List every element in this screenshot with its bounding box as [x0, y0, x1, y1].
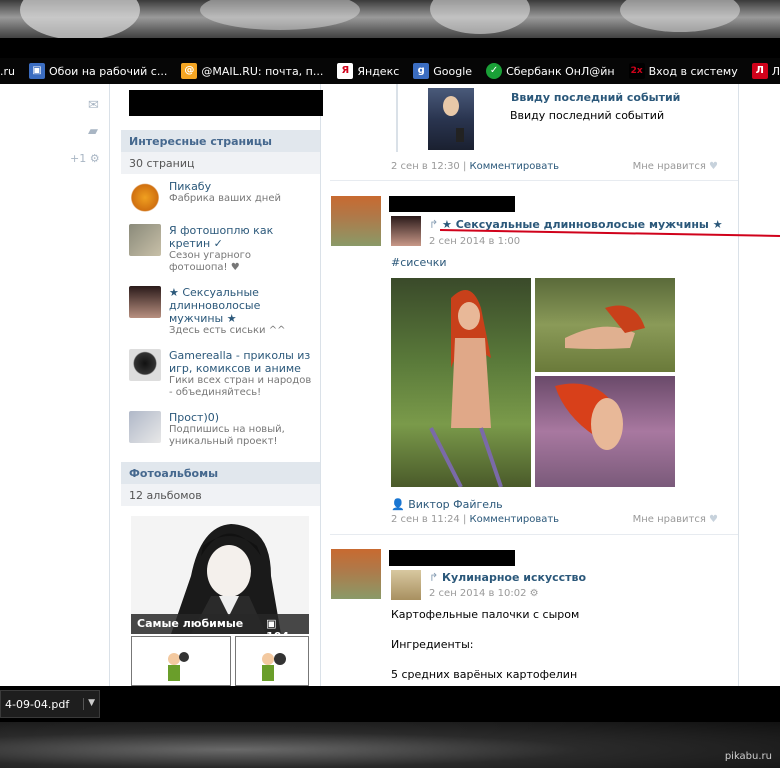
- group-item[interactable]: Gamerealla - приколы из игр, комиксов и …: [121, 343, 320, 405]
- user-icon: 👤: [391, 498, 405, 511]
- chevron-down-icon[interactable]: ▼: [83, 698, 95, 710]
- albums-count[interactable]: 12 альбомов: [121, 484, 320, 506]
- group-avatar-photoshop[interactable]: [129, 224, 161, 256]
- gear-icon[interactable]: ⚙: [90, 152, 100, 165]
- group-item[interactable]: Пикабу Фабрика ваших дней: [121, 174, 320, 218]
- bookmark-ru[interactable]: .ru: [0, 65, 15, 78]
- group-name[interactable]: Gamerealla - приколы из игр, комиксов и …: [169, 349, 312, 375]
- plus-one-counter[interactable]: +1 ⚙: [70, 152, 100, 165]
- download-item[interactable]: 4-09-04.pdf ▼: [0, 690, 100, 718]
- group-item[interactable]: Я фотошоплю как кретин ✓ Сезон угарного ф…: [121, 218, 320, 280]
- downloads-bar: 4-09-04.pdf ▼: [0, 686, 780, 722]
- comment-icon[interactable]: ▰: [88, 124, 98, 139]
- vk-page: ✉ ▰ +1 ⚙ Интересные страницы 30 страниц …: [0, 84, 780, 686]
- group-avatar-sexy-men[interactable]: [129, 286, 161, 318]
- interesting-pages-header[interactable]: Интересные страницы: [121, 130, 320, 152]
- post-photo[interactable]: [535, 278, 675, 372]
- login-icon: 2x: [628, 63, 645, 79]
- message-icon[interactable]: ✉: [88, 98, 99, 113]
- repost-title[interactable]: Ввиду последний событий: [511, 91, 680, 104]
- group-avatar-pikabu[interactable]: [129, 180, 161, 212]
- bookmark-yandex[interactable]: Я Яндекс: [337, 63, 399, 79]
- like-button[interactable]: Мне нравится ♥: [633, 514, 718, 525]
- column-divider: [320, 84, 321, 686]
- bookmark-sberbank[interactable]: ✓ Сбербанк ОнЛ@йн: [486, 63, 615, 79]
- repost-photo[interactable]: [428, 88, 474, 150]
- mail-at-icon: @: [181, 63, 198, 79]
- comic-thumbnail[interactable]: [131, 636, 231, 686]
- google-icon: g: [413, 63, 430, 79]
- repost-line: [396, 84, 398, 152]
- repost-title[interactable]: Кулинарное искусство: [442, 571, 586, 584]
- left-menu-column: ✉ ▰ +1 ⚙: [0, 84, 110, 686]
- post-text-line: 5 средних варёных картофелин: [391, 668, 578, 681]
- bookmark-google[interactable]: g Google: [413, 63, 472, 79]
- group-item[interactable]: ★ Сексуальные длинноволосые мужчины ★ Зде…: [121, 280, 320, 343]
- repost-date[interactable]: 2 сен 2014 в 10:02 ⚙: [429, 588, 539, 599]
- bookmark-login[interactable]: 2x Вход в систему: [628, 63, 738, 79]
- album-caption-bar: Самые любимые п... ▣ 104: [131, 614, 309, 634]
- post-photo[interactable]: [391, 278, 531, 487]
- photo-album-cover[interactable]: Самые любимые п... ▣ 104: [131, 516, 309, 634]
- group-desc: Сезон угарного фотошопа! ♥: [169, 250, 251, 273]
- settings-icon[interactable]: ⚙: [530, 588, 539, 599]
- group-desc: Фабрика ваших дней: [169, 193, 281, 204]
- browser-chrome-bar: [0, 38, 780, 58]
- author-avatar[interactable]: [331, 196, 381, 246]
- repost-text: Ввиду последний событий: [510, 109, 665, 122]
- post-text-line: Ингредиенты:: [391, 638, 474, 651]
- redacted-author-name: [389, 196, 515, 212]
- repost-arrow-icon: ↱: [429, 218, 439, 231]
- comic-thumbnail[interactable]: [235, 636, 309, 686]
- right-border: [738, 84, 739, 686]
- repost-arrow-icon: ↱: [429, 571, 439, 584]
- redacted-author-name: [389, 550, 515, 566]
- like-button[interactable]: Мне нравится ♥: [633, 161, 718, 172]
- bookmark-wallpapers[interactable]: ▣ Обои на рабочий с...: [29, 63, 167, 79]
- group-item[interactable]: Прост)0) Подпишись на новый, уникальный п…: [121, 405, 320, 454]
- post-text-line: Картофельные палочки с сыром: [391, 608, 580, 621]
- group-desc: Подпишись на новый, уникальный проект!: [169, 424, 285, 447]
- post-meta: 2 сен в 12:30 | Комментировать: [391, 161, 560, 172]
- bookmark-lukoil[interactable]: Л ЛУКОЙЛ: [751, 63, 780, 79]
- group-name[interactable]: ★ Сексуальные длинноволосые мужчины ★: [169, 286, 312, 325]
- photo-author[interactable]: 👤 Виктор Файгель: [391, 498, 503, 511]
- group-name[interactable]: Пикабу: [169, 180, 281, 193]
- yandex-icon: Я: [337, 63, 354, 79]
- author-avatar[interactable]: [331, 549, 381, 599]
- bookmark-mail[interactable]: @ @MAIL.RU: почта, п...: [181, 63, 323, 79]
- group-desc: Гики всех стран и народов - объединяйтес…: [169, 375, 312, 398]
- camera-icon: ▣: [266, 617, 277, 630]
- post-hashtag[interactable]: #сисечки: [391, 256, 447, 269]
- group-name[interactable]: Прост)0): [169, 411, 312, 424]
- repost-date[interactable]: 2 сен 2014 в 1:00: [429, 236, 520, 247]
- heart-icon: ♥: [709, 514, 718, 525]
- post-photo[interactable]: [535, 376, 675, 487]
- wallpaper-icon: ▣: [29, 63, 45, 79]
- photo-albums-header[interactable]: Фотоальбомы: [121, 462, 320, 484]
- heart-icon: ♥: [709, 161, 718, 172]
- group-avatar-small[interactable]: [391, 570, 421, 600]
- group-name[interactable]: Я фотошоплю как кретин ✓: [169, 224, 312, 250]
- pages-count[interactable]: 30 страниц: [121, 152, 320, 174]
- bookmarks-bar: .ru ▣ Обои на рабочий с... @ @MAIL.RU: п…: [0, 58, 780, 84]
- redacted-block: [129, 90, 323, 116]
- group-avatar-small[interactable]: [391, 216, 421, 246]
- profile-sidebar: Интересные страницы 30 страниц Пикабу Фаб…: [121, 84, 323, 686]
- post-meta: 2 сен в 11:24 | Комментировать: [391, 514, 560, 525]
- lukoil-icon: Л: [751, 63, 768, 79]
- watermark: pikabu.ru: [724, 751, 772, 762]
- group-desc: Здесь есть сиськи ^^: [169, 325, 286, 336]
- news-feed: Ввиду последний событий Ввиду последний …: [330, 84, 738, 686]
- sberbank-icon: ✓: [486, 63, 503, 79]
- group-avatar-prost[interactable]: [129, 411, 161, 443]
- desktop-background-bottom: pikabu.ru: [0, 722, 780, 768]
- group-avatar-gamerealla[interactable]: [129, 349, 161, 381]
